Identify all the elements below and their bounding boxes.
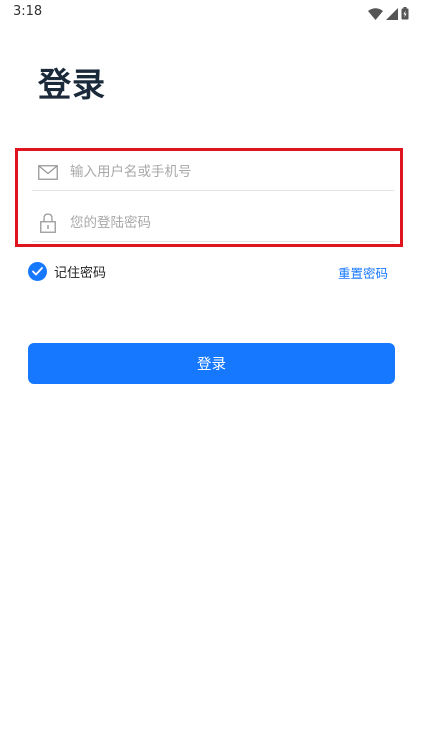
- signal-icon: [386, 5, 398, 24]
- reset-password-link[interactable]: 重置密码: [338, 263, 388, 282]
- wifi-icon: [368, 5, 383, 24]
- lock-icon: [38, 213, 58, 233]
- page-title: 登录: [38, 65, 106, 104]
- password-input[interactable]: [68, 214, 372, 232]
- mail-icon: [38, 162, 58, 182]
- username-field: [32, 154, 394, 191]
- battery-icon: [401, 5, 409, 24]
- remember-password-checkbox[interactable]: 记住密码: [28, 262, 106, 281]
- username-input[interactable]: [68, 163, 372, 181]
- check-icon: [28, 262, 47, 281]
- login-button[interactable]: 登录: [28, 343, 395, 384]
- status-icons: [368, 5, 409, 24]
- login-form-fields: [15, 148, 403, 247]
- status-bar: 3:18: [0, 0, 423, 26]
- status-time: 3:18: [13, 4, 43, 19]
- password-field: [32, 205, 394, 242]
- remember-password-label: 记住密码: [54, 266, 107, 281]
